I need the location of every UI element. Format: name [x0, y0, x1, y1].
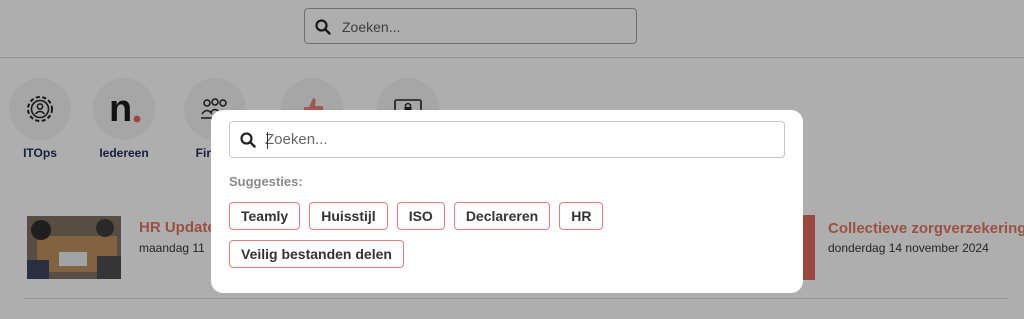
text-caret	[267, 132, 268, 149]
suggestion-chip[interactable]: Veilig bestanden delen	[229, 240, 404, 268]
suggestion-list: Teamly Huisstijl ISO Declareren HR Veili…	[229, 202, 629, 268]
suggestions-label: Suggesties:	[229, 174, 303, 189]
search-modal: Suggesties: Teamly Huisstijl ISO Declare…	[211, 110, 803, 293]
suggestion-chip[interactable]: Huisstijl	[309, 202, 388, 230]
suggestion-chip[interactable]: ISO	[396, 202, 445, 230]
suggestion-chip[interactable]: Declareren	[453, 202, 551, 230]
search-icon	[240, 131, 256, 148]
suggestion-chip[interactable]: HR	[559, 202, 604, 230]
modal-search-input[interactable]	[265, 131, 765, 148]
modal-search-field[interactable]	[229, 121, 785, 158]
suggestion-chip[interactable]: Teamly	[229, 202, 301, 230]
